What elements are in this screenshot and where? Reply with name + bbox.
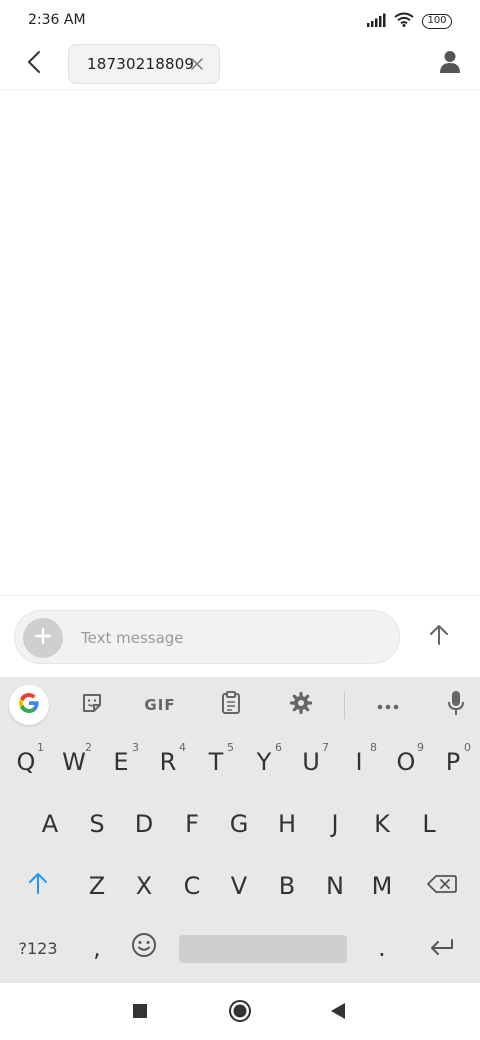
recipient-chip[interactable]: 18730218809	[68, 44, 220, 84]
key-m[interactable]: M	[358, 857, 406, 915]
home-button[interactable]	[224, 997, 256, 1029]
compose-bar	[0, 595, 480, 677]
close-icon[interactable]	[189, 56, 205, 72]
sticker-icon	[80, 691, 104, 719]
smiley-icon	[131, 932, 157, 964]
key-p[interactable]: P0	[429, 733, 477, 791]
key-h[interactable]: H	[263, 795, 311, 853]
back-arrow-icon	[27, 50, 41, 78]
shift-arrow-icon	[28, 872, 48, 900]
space-key[interactable]	[179, 935, 347, 963]
recents-square-icon	[132, 1003, 148, 1023]
symbols-key[interactable]: ?123	[14, 919, 62, 977]
key-v[interactable]: V	[215, 857, 263, 915]
battery-icon: 100	[422, 14, 452, 29]
key-y[interactable]: Y6	[240, 733, 288, 791]
period-key[interactable]: .	[358, 919, 406, 977]
key-c[interactable]: C	[168, 857, 216, 915]
key-k[interactable]: K	[358, 795, 406, 853]
gif-button[interactable]: GIF	[140, 685, 180, 725]
back-button[interactable]	[18, 48, 50, 80]
shift-key[interactable]	[14, 857, 62, 915]
clipboard-button[interactable]	[211, 685, 251, 725]
nav-back-button[interactable]	[322, 997, 354, 1029]
wifi-icon	[394, 12, 414, 31]
key-a[interactable]: A	[26, 795, 74, 853]
recents-button[interactable]	[124, 997, 156, 1029]
home-circle-icon	[228, 999, 252, 1027]
signal-icon	[366, 12, 386, 31]
system-nav-bar	[0, 983, 480, 1040]
key-s[interactable]: S	[73, 795, 121, 853]
comma-key[interactable]: ,	[73, 919, 121, 977]
enter-key[interactable]	[418, 919, 466, 977]
plus-icon	[33, 626, 53, 650]
key-d[interactable]: D	[120, 795, 168, 853]
contact-button[interactable]	[434, 48, 466, 80]
delete-key[interactable]	[418, 857, 466, 915]
more-icon	[376, 696, 400, 715]
clipboard-icon	[220, 691, 242, 719]
key-u[interactable]: U7	[287, 733, 335, 791]
key-g[interactable]: G	[215, 795, 263, 853]
emoji-key[interactable]	[120, 919, 168, 977]
key-x[interactable]: X	[120, 857, 168, 915]
settings-button[interactable]	[281, 685, 321, 725]
key-b[interactable]: B	[263, 857, 311, 915]
key-w[interactable]: W2	[50, 733, 98, 791]
key-row-4: ?123 , .	[0, 919, 480, 981]
key-j[interactable]: J	[311, 795, 359, 853]
key-l[interactable]: L	[405, 795, 453, 853]
keyboard: GIF Q 1 W 2 E 3 R 4 T 5 Y 6 U 7 I 8 O 9 …	[0, 677, 480, 983]
key-n[interactable]: N	[311, 857, 359, 915]
key-f[interactable]: F	[168, 795, 216, 853]
key-row-1: Q1 W2 E3 R4 T5 Y6 U7 I8 O9 P0	[0, 733, 480, 795]
message-list	[0, 91, 480, 595]
gif-label: GIF	[144, 696, 176, 714]
more-button[interactable]	[368, 685, 408, 725]
person-icon	[440, 50, 460, 78]
compose-field	[14, 610, 400, 664]
backspace-icon	[427, 872, 457, 900]
key-q[interactable]: Q1	[2, 733, 50, 791]
key-o[interactable]: O9	[382, 733, 430, 791]
key-r[interactable]: R4	[144, 733, 192, 791]
back-triangle-icon	[330, 1002, 346, 1024]
microphone-icon	[447, 690, 465, 720]
key-t[interactable]: T5	[192, 733, 240, 791]
key-i[interactable]: I8	[335, 733, 383, 791]
toolbar-divider	[344, 691, 345, 719]
status-time: 2:36 AM	[28, 12, 86, 28]
enter-icon	[429, 934, 455, 962]
sticker-button[interactable]	[72, 685, 112, 725]
status-bar: 2:36 AM 100	[0, 0, 480, 42]
message-input[interactable]	[81, 626, 381, 650]
voice-input-button[interactable]	[436, 685, 476, 725]
gear-icon	[289, 691, 313, 719]
arrow-up-icon	[428, 624, 450, 650]
status-icons: 100	[366, 12, 452, 31]
key-row-2: A S D F G H J K L	[0, 795, 480, 857]
recipient-number: 18730218809	[87, 55, 195, 73]
google-search-button[interactable]	[9, 685, 49, 725]
key-row-3: Z X C V B N M	[0, 857, 480, 919]
key-e[interactable]: E3	[97, 733, 145, 791]
keyboard-toolbar: GIF	[0, 677, 480, 733]
key-z[interactable]: Z	[73, 857, 121, 915]
send-button[interactable]	[420, 618, 458, 656]
add-attachment-button[interactable]	[23, 618, 63, 658]
conversation-header: 18730218809	[0, 42, 480, 90]
google-icon	[17, 691, 41, 719]
